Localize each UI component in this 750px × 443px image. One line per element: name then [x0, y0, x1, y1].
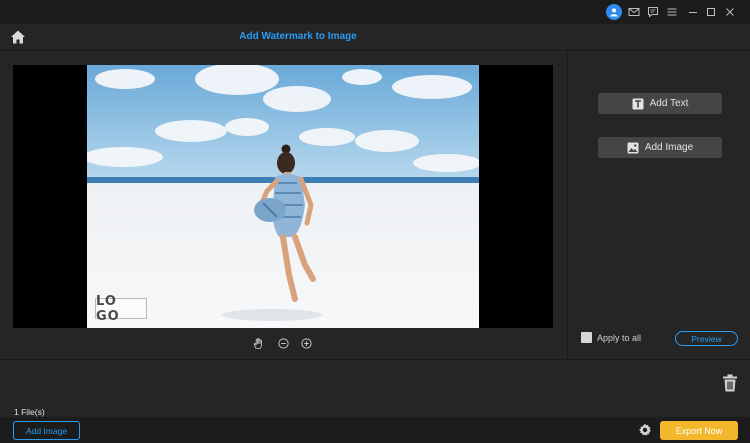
page-title: Add Watermark to Image	[239, 31, 357, 42]
zoom-out-icon[interactable]	[277, 337, 291, 351]
zoom-in-icon[interactable]	[300, 337, 314, 351]
feedback-icon[interactable]	[645, 4, 661, 20]
footer-bar: Add Image Export Now	[0, 417, 750, 443]
user-icon[interactable]	[606, 4, 622, 20]
file-count: 1 File(s)	[14, 407, 45, 417]
watermark-options-panel: Add Text Add Image Apply to all Preview	[567, 52, 750, 359]
maximize-icon[interactable]	[703, 4, 719, 20]
gear-icon[interactable]	[638, 423, 652, 437]
export-now-button[interactable]: Export Now	[660, 421, 738, 440]
mail-icon[interactable]	[626, 4, 642, 20]
apply-to-all-label: Apply to all	[597, 332, 642, 343]
logo-watermark[interactable]: LO GO	[95, 294, 147, 324]
close-icon[interactable]	[722, 4, 738, 20]
add-image-label: Add Image	[644, 142, 694, 153]
title-bar	[0, 0, 750, 24]
text-icon	[632, 98, 644, 109]
apply-to-all-checkbox[interactable]	[581, 332, 592, 343]
add-text-button[interactable]: Add Text	[598, 93, 722, 114]
home-icon[interactable]	[10, 29, 26, 45]
header-bar: Add Watermark to Image	[0, 24, 750, 51]
minimize-icon[interactable]	[685, 4, 701, 20]
zoom-controls	[252, 337, 322, 351]
add-text-label: Add Text	[649, 98, 689, 109]
hand-icon[interactable]	[252, 337, 266, 351]
trash-icon[interactable]	[722, 374, 738, 392]
app-window: Add Watermark to Image LO GO Add Text Ad…	[0, 0, 750, 443]
preview-button[interactable]: Preview	[675, 331, 738, 346]
add-image-button[interactable]: Add Image	[13, 421, 80, 440]
image-preview-area: LO GO	[13, 65, 553, 328]
image-icon	[627, 142, 639, 153]
add-image-watermark-button[interactable]: Add Image	[598, 137, 722, 158]
menu-icon[interactable]	[664, 4, 680, 20]
photo-image: LO GO	[87, 65, 479, 328]
divider	[0, 359, 750, 360]
apply-to-all-option[interactable]: Apply to all	[581, 332, 641, 343]
